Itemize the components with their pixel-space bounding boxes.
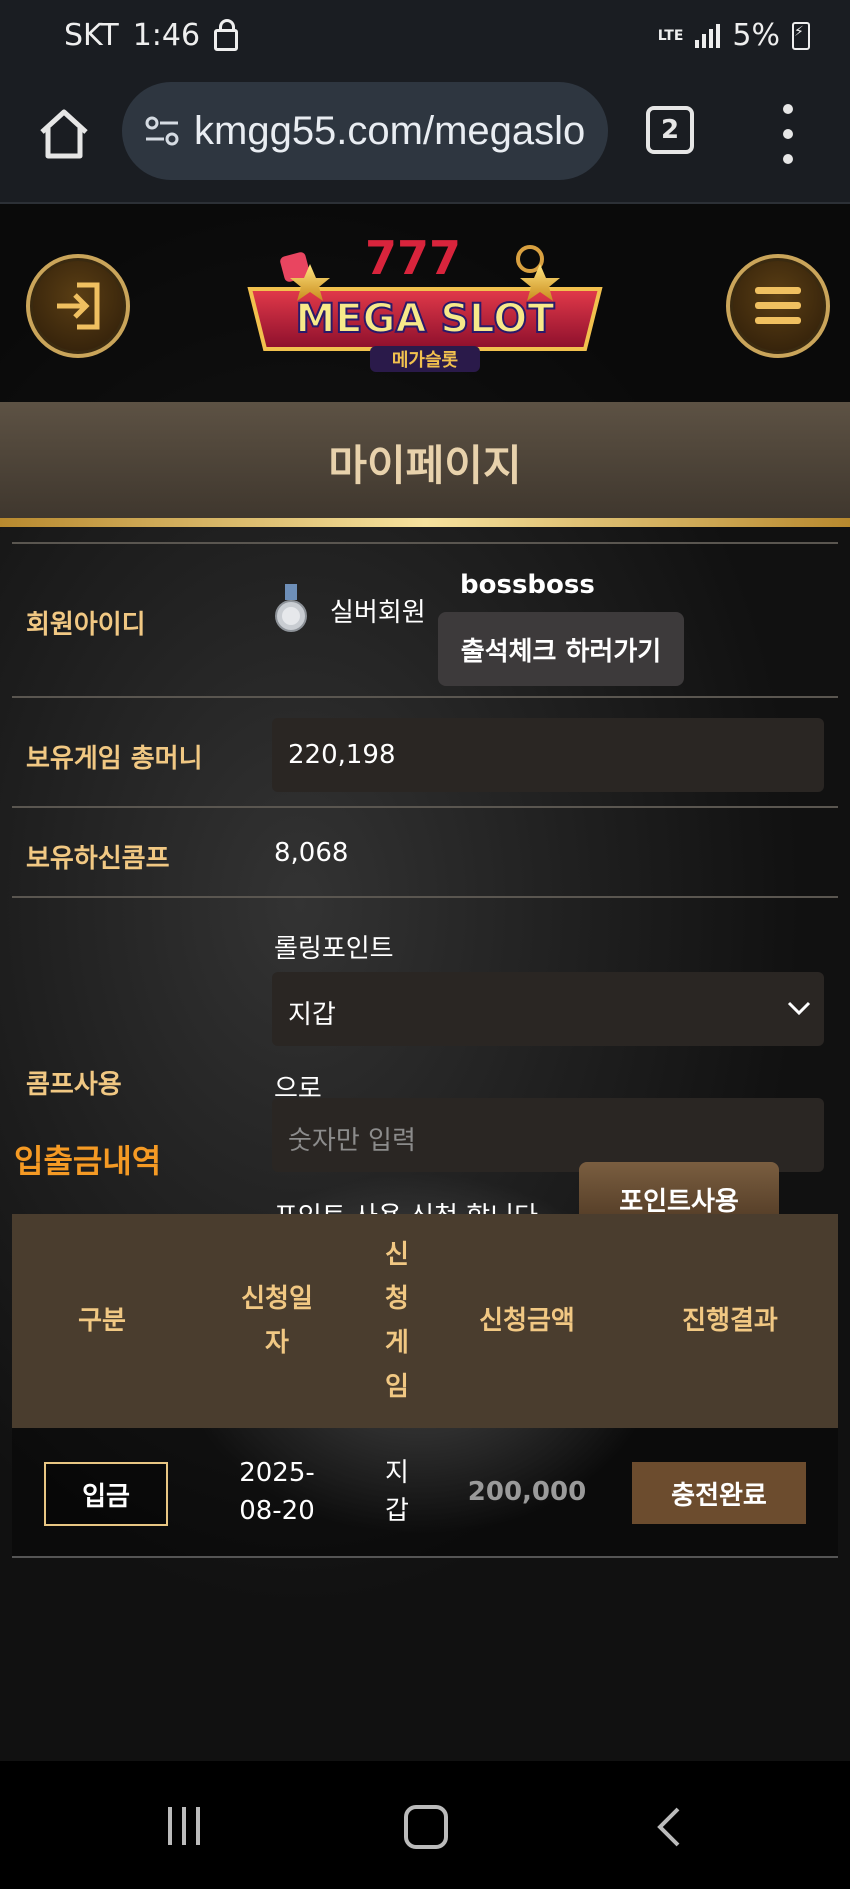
browser-toolbar: kmgg55.com/megaslo 2 — [0, 76, 850, 204]
attendance-check-button[interactable]: 출석체크 하러가기 — [438, 612, 684, 686]
comp-use-label: 콤프사용 — [26, 1070, 122, 1100]
rolling-point-label: 롤링포인트 — [274, 934, 394, 964]
home-icon[interactable] — [34, 104, 94, 164]
menu-button[interactable] — [726, 254, 830, 358]
game-money-value: 220,198 — [288, 740, 396, 770]
hamburger-icon — [755, 287, 801, 324]
game-money-row: 보유게임 총머니 220,198 — [12, 696, 838, 806]
system-nav-bar — [0, 1761, 850, 1889]
login-button[interactable] — [26, 254, 130, 358]
col-status: 진행결과 — [682, 1306, 778, 1336]
status-badge: 충전완료 — [632, 1462, 806, 1524]
comp-label: 보유하신콤프 — [26, 844, 170, 874]
logo-text: MEGA SLOT — [295, 296, 555, 342]
page-title-bar: 마이페이지 — [0, 402, 850, 526]
history-section-title: 입출금내역 — [14, 1142, 162, 1180]
address-bar[interactable]: kmgg55.com/megaslo — [122, 82, 608, 180]
member-id-label: 회원아이디 — [26, 610, 146, 640]
battery-percent: 5% — [732, 18, 780, 53]
row-game: 지 갑 — [385, 1458, 409, 1526]
site-header: 777 MEGA SLOT 메가슬롯 — [0, 204, 850, 402]
lock-icon — [214, 18, 239, 51]
row-amount: 200,000 — [467, 1477, 587, 1507]
game-money-field: 220,198 — [272, 718, 824, 792]
col-amount: 신청금액 — [479, 1306, 575, 1336]
back-icon[interactable] — [650, 1805, 690, 1849]
chevron-down-icon — [787, 1001, 811, 1016]
logo-subtext: 메가슬롯 — [392, 350, 458, 371]
history-table: 구분 신청일 자 신 청 게 임 신청금액 진행결과 입금 2025- 08-2… — [12, 1214, 838, 1558]
row-date: 2025- 08-20 — [239, 1458, 315, 1526]
point-amount-placeholder: 숫자만 입력 — [288, 1126, 416, 1156]
login-icon — [57, 282, 100, 330]
table-header: 구분 신청일 자 신 청 게 임 신청금액 진행결과 — [12, 1214, 838, 1428]
game-money-label: 보유게임 총머니 — [26, 744, 203, 774]
page-content: 777 MEGA SLOT 메가슬롯 마이페이지 회원아이디 실버회원 boss… — [0, 204, 850, 1761]
lte-icon: LTE — [657, 27, 684, 44]
comp-row: 보유하신콤프 8,068 — [12, 806, 838, 896]
silver-medal-icon — [275, 584, 307, 632]
comp-use-row: 콤프사용 롤링포인트 지갑 으로 숫자만 입력 포인트 사용 신청 합니다. 포… — [12, 896, 838, 1264]
col-type: 구분 — [78, 1306, 126, 1336]
signal-icon — [695, 23, 721, 48]
table-row: 입금 2025- 08-20 지 갑 200,000 충전완료 — [12, 1428, 838, 1558]
deposit-tag: 입금 — [44, 1462, 168, 1526]
carrier: SKT — [64, 18, 119, 53]
recent-apps-icon[interactable] — [168, 1807, 200, 1845]
point-amount-input[interactable]: 숫자만 입력 — [272, 1098, 824, 1172]
site-settings-icon[interactable] — [142, 111, 182, 151]
page-title: 마이페이지 — [328, 441, 522, 490]
col-game: 신 청 게 임 — [385, 1240, 409, 1402]
comp-value: 8,068 — [274, 838, 349, 868]
gold-divider — [0, 518, 850, 527]
wallet-select[interactable]: 지갑 — [272, 972, 824, 1046]
nav-home-icon[interactable] — [404, 1805, 448, 1849]
clock: 1:46 — [132, 18, 201, 53]
url-text: kmgg55.com/megaslo — [194, 108, 586, 153]
wallet-selected-value: 지갑 — [288, 1000, 336, 1030]
more-menu-icon[interactable] — [776, 104, 800, 164]
member-grade: 실버회원 — [330, 598, 426, 628]
battery-icon — [792, 21, 810, 50]
member-id-row: 회원아이디 실버회원 bossboss 출석체크 하러가기 — [12, 542, 838, 696]
status-bar: SKT 1:46 LTE 5% — [0, 0, 850, 76]
tab-switcher-button[interactable]: 2 — [646, 106, 694, 154]
username: bossboss — [460, 570, 595, 600]
svg-text:777: 777 — [365, 231, 461, 285]
col-date: 신청일 자 — [241, 1284, 313, 1358]
mega-slot-logo[interactable]: 777 MEGA SLOT 메가슬롯 — [240, 214, 610, 394]
